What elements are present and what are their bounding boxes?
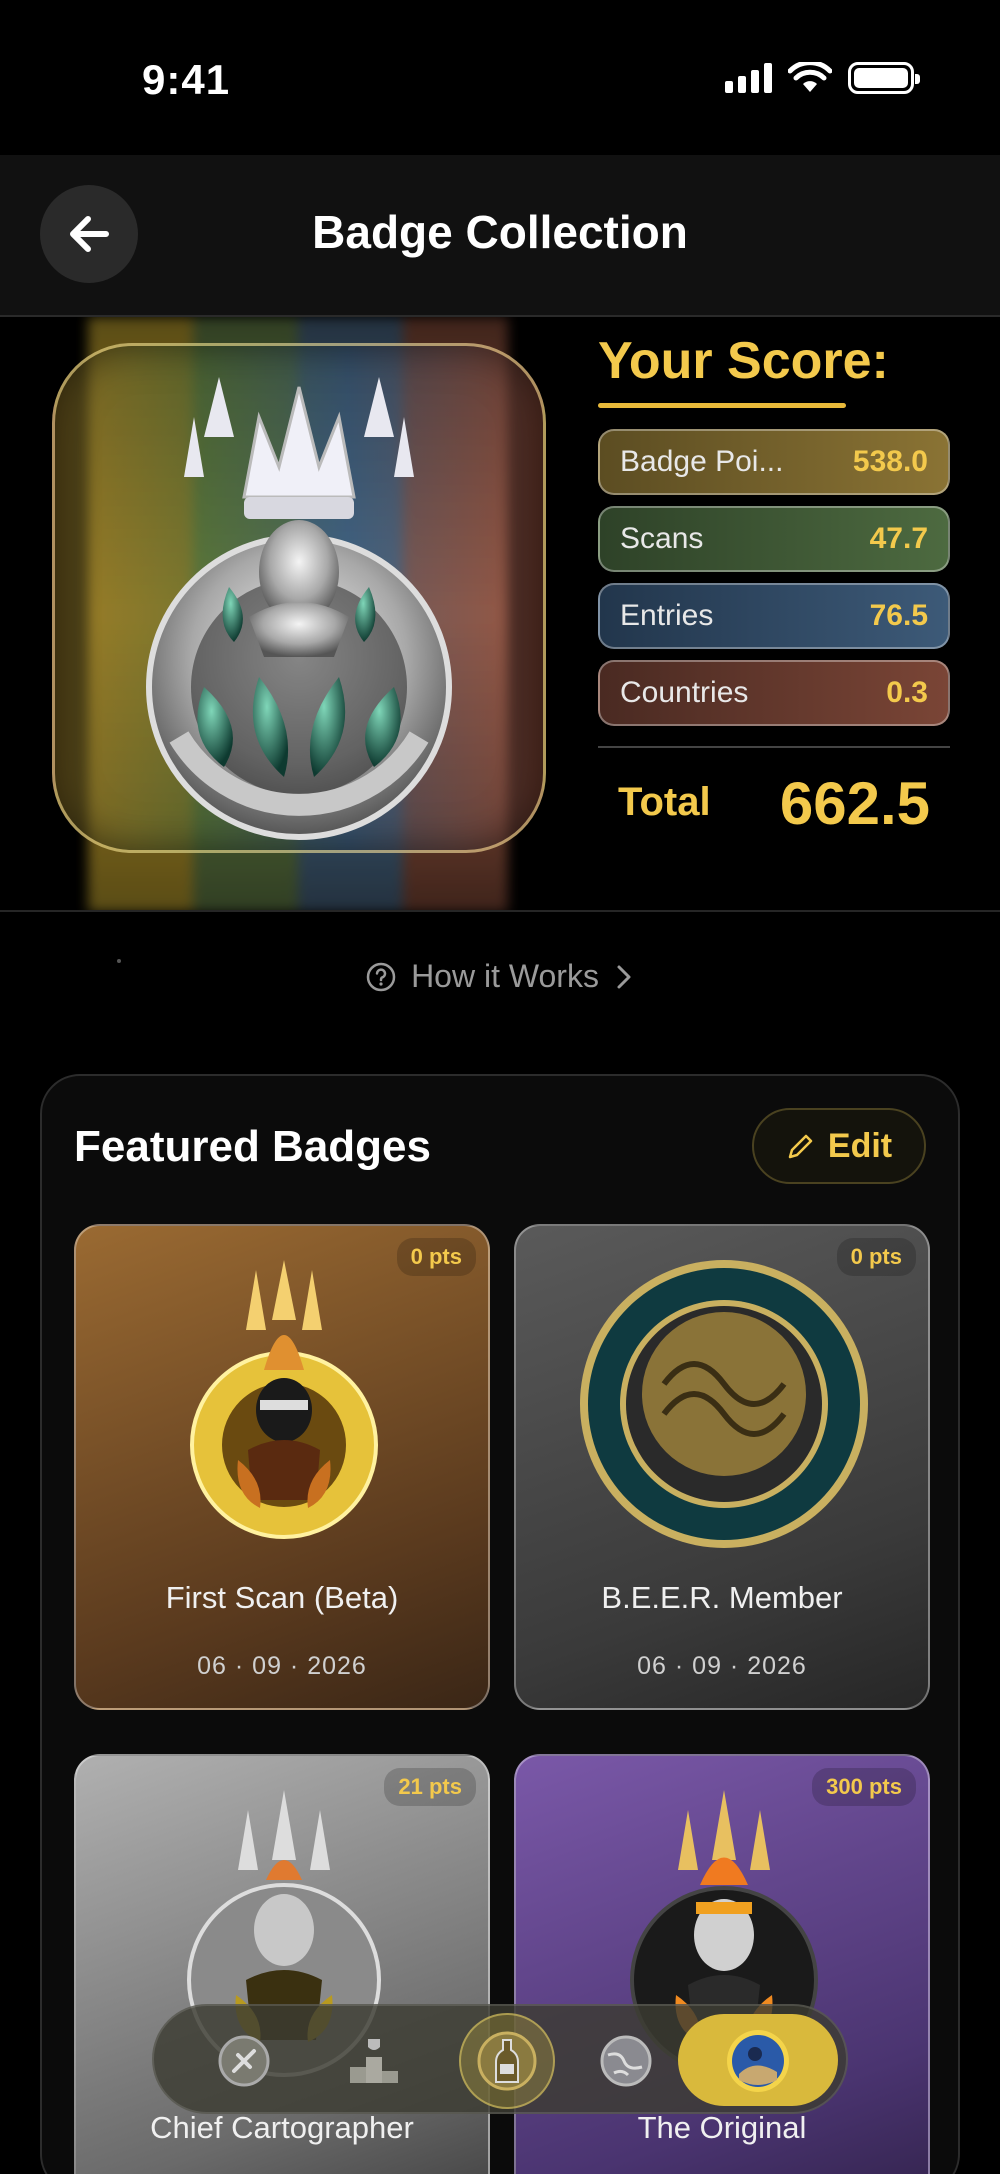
- brewtanica-crown-badge-icon: [146, 377, 452, 840]
- badge-name: Chief Cartographer: [150, 2110, 414, 2145]
- tab-scan-bottle[interactable]: [459, 2013, 555, 2109]
- badge-name: First Scan (Beta): [165, 1580, 399, 1615]
- score-label: Entries: [620, 599, 714, 632]
- badge-card[interactable]: 0 pts First Scan (Beta) 06 · 09 · 2026: [74, 1224, 490, 1710]
- badge-points: 0 pts: [396, 1238, 476, 1276]
- score-row-badge-points: Badge Poi... 538.0: [598, 429, 950, 495]
- score-title: Your Score:: [598, 332, 889, 390]
- wifi-icon: [788, 62, 832, 92]
- badge-name: B.E.E.R. Member: [601, 1580, 843, 1615]
- total-label: Total: [618, 780, 711, 824]
- edit-button[interactable]: Edit: [752, 1108, 926, 1184]
- globe-icon: [600, 2035, 652, 2087]
- score-label: Countries: [620, 676, 749, 709]
- tab-globe[interactable]: [586, 2021, 666, 2101]
- badge-card[interactable]: 0 pts B.E.E.R. Member 06 · 09 · 2026: [514, 1224, 930, 1710]
- score-value: 0.3: [886, 676, 928, 709]
- badge-date: 06 · 09 · 2026: [637, 1652, 807, 1680]
- tab-bar: [152, 2004, 848, 2114]
- nav-header: Badge Collection: [0, 155, 1000, 317]
- score-label: Scans: [620, 522, 704, 555]
- leaderboard-icon: [350, 2039, 398, 2083]
- badge-name: The Original: [637, 2110, 807, 2145]
- score-value: 47.7: [869, 522, 928, 555]
- status-bar: 9:41: [0, 0, 1000, 155]
- chevron-right-icon: [617, 965, 631, 988]
- score-row-entries: Entries 76.5: [598, 583, 950, 649]
- tab-profile[interactable]: [718, 2021, 798, 2101]
- tab-scan-badge[interactable]: [204, 2021, 284, 2101]
- profile-avatar-icon: [727, 2030, 789, 2092]
- how-it-works-link[interactable]: How it Works: [0, 958, 1000, 995]
- score-row-scans: Scans 47.7: [598, 506, 950, 572]
- score-hero: Your Score: Badge Poi... 538.0 Scans 47.…: [0, 317, 1000, 912]
- featured-title: Featured Badges: [74, 1122, 431, 1171]
- battery-icon: [848, 62, 920, 94]
- badge-date: 06 · 09 · 2026: [197, 1652, 367, 1680]
- score-underline: [598, 403, 846, 408]
- badge-points: 21 pts: [384, 1768, 476, 1806]
- score-row-countries: Countries 0.3: [598, 660, 950, 726]
- first-scan-badge-icon: [190, 1260, 378, 1539]
- pencil-icon: [788, 1134, 813, 1159]
- score-value: 538.0: [852, 445, 928, 478]
- question-circle-icon: [366, 962, 396, 991]
- score-divider: [598, 746, 950, 748]
- status-time: 9:41: [142, 56, 231, 103]
- page-title: Badge Collection: [312, 206, 688, 258]
- bottle-ai-icon: [477, 2031, 537, 2091]
- status-icons: [725, 62, 920, 94]
- score-label: Badge Poi...: [620, 445, 784, 478]
- edit-label: Edit: [827, 1126, 893, 1165]
- scan-badge-icon: [218, 2035, 270, 2087]
- beer-member-badge-icon: [580, 1260, 868, 1548]
- tab-leaderboard[interactable]: [334, 2021, 414, 2101]
- score-value: 76.5: [869, 599, 928, 632]
- total-value: 662.5: [779, 770, 930, 837]
- cellular-signal-icon: [725, 63, 772, 93]
- how-it-works-label: How it Works: [411, 958, 599, 994]
